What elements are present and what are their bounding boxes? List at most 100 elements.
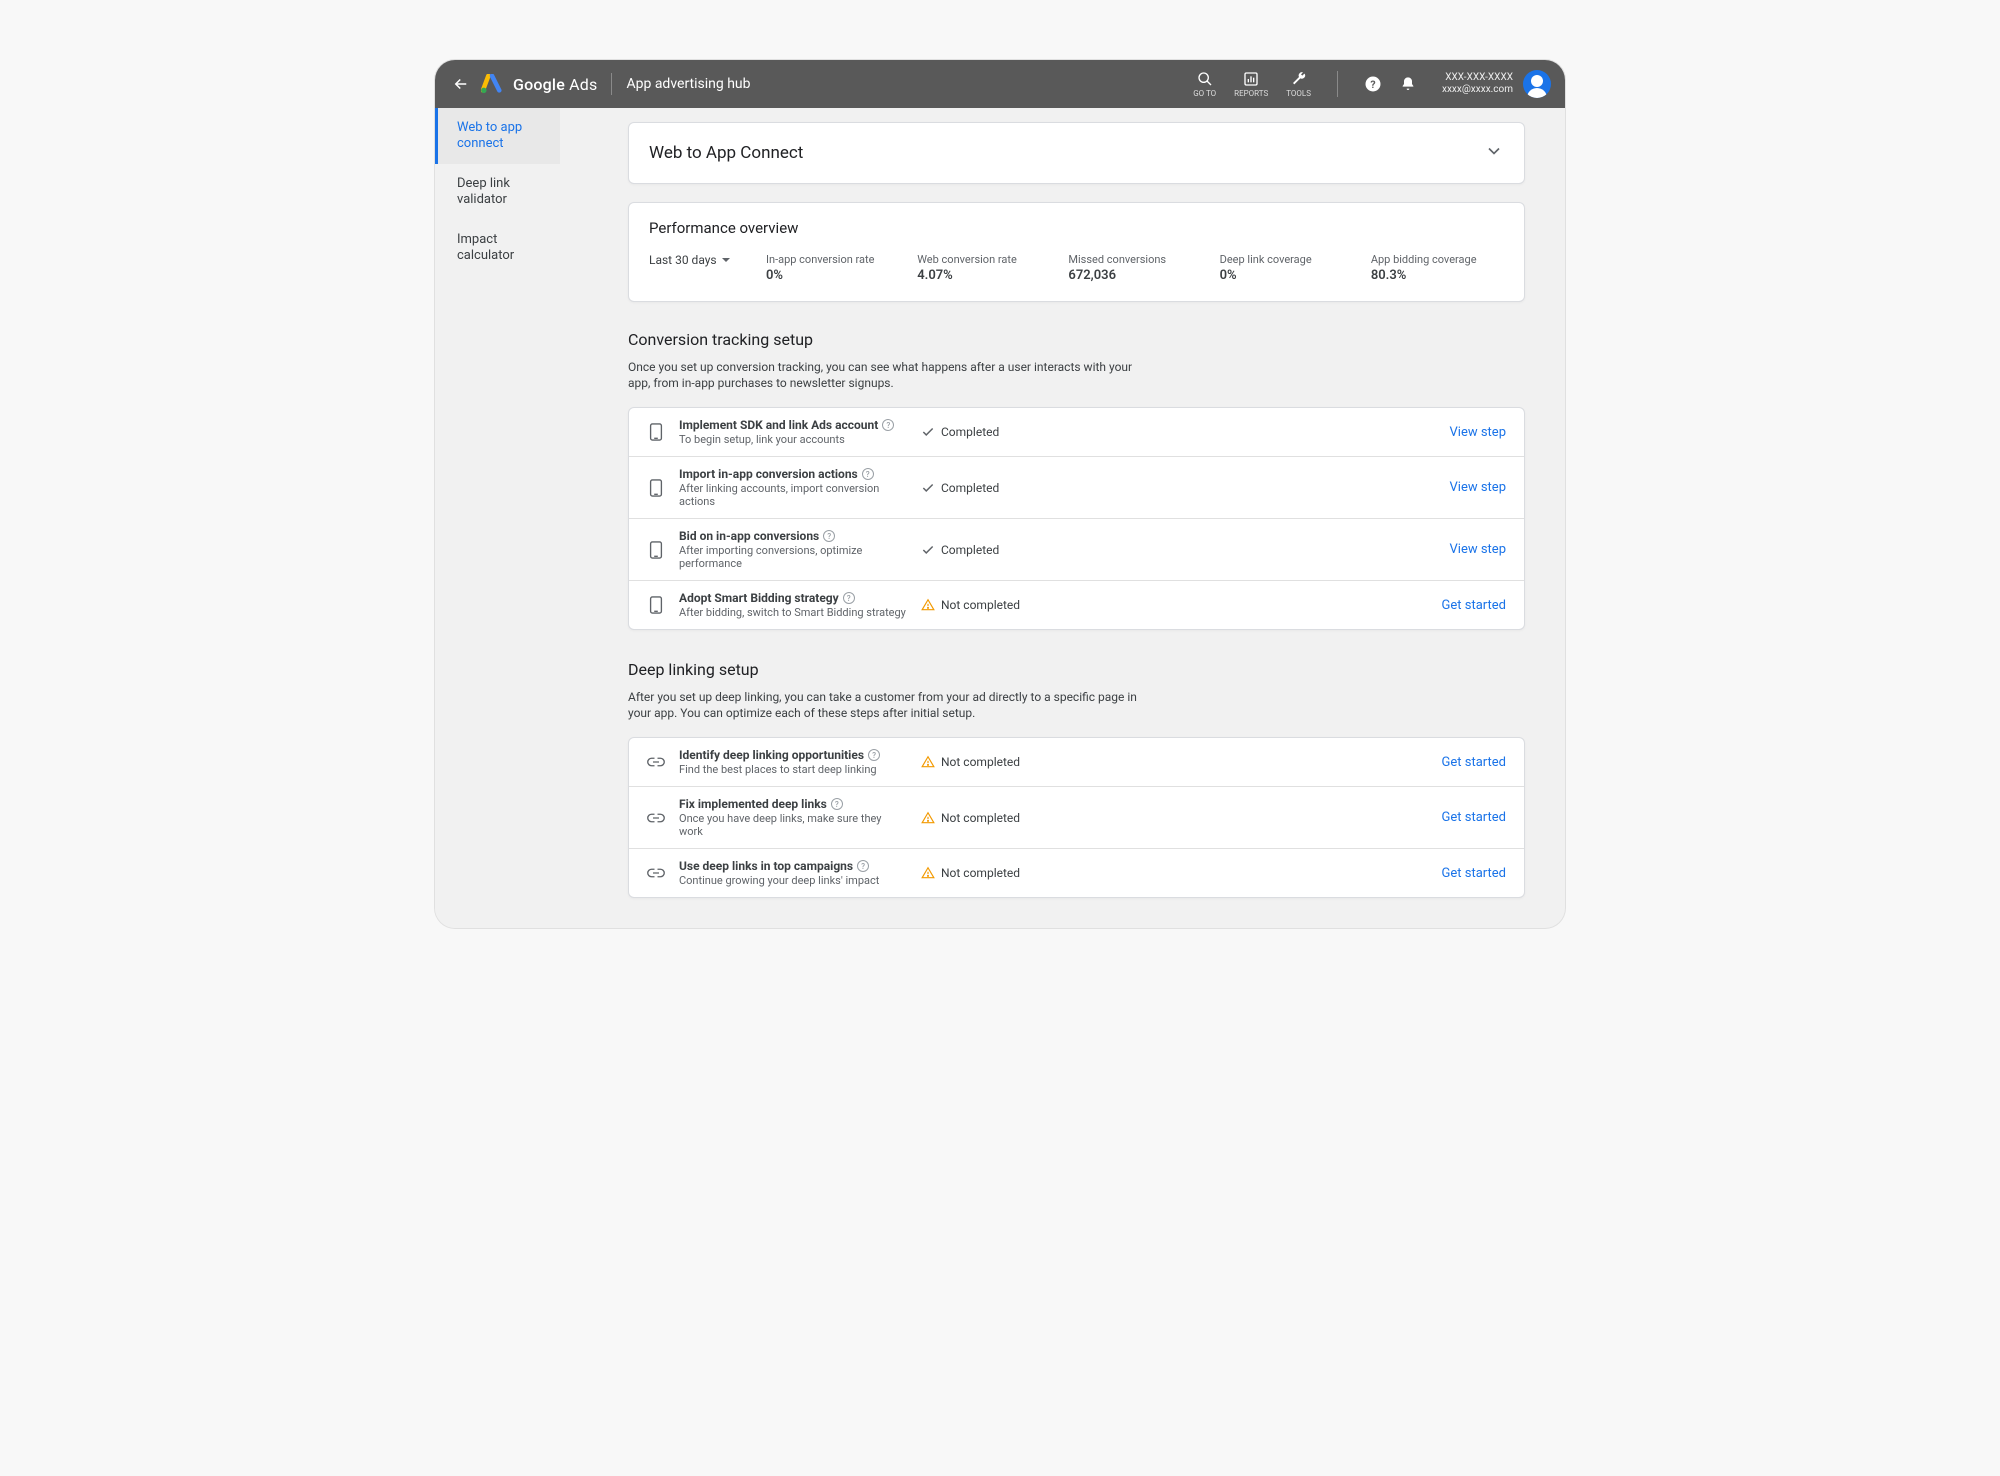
metric-value: 672,036 xyxy=(1068,268,1201,283)
expand-button[interactable] xyxy=(1484,141,1504,165)
step-type-icon xyxy=(647,812,665,824)
performance-card: Performance overview Last 30 days In-app… xyxy=(628,202,1525,302)
check-icon xyxy=(921,425,935,439)
step-type-icon xyxy=(647,479,665,497)
step-title: Bid on in-app conversions ? xyxy=(679,529,907,543)
help-button[interactable]: ? xyxy=(1364,76,1382,92)
main-content: Web to App Connect Performance overview … xyxy=(560,108,1565,928)
step-subtitle: Once you have deep links, make sure they… xyxy=(679,812,907,838)
caret-down-icon xyxy=(721,255,731,265)
info-icon[interactable]: ? xyxy=(857,860,869,872)
step-status: Not completed xyxy=(921,866,1428,880)
link-icon xyxy=(647,867,665,879)
hero-title: Web to App Connect xyxy=(649,143,803,163)
info-icon[interactable]: ? xyxy=(831,798,843,810)
metric-0: In-app conversion rate 0% xyxy=(766,253,899,283)
wrench-icon xyxy=(1291,71,1307,87)
back-button[interactable] xyxy=(449,75,473,93)
sidebar-item-0[interactable]: Web to app connect xyxy=(435,108,560,164)
step-subtitle: After bidding, switch to Smart Bidding s… xyxy=(679,606,907,619)
sidebar-item-2[interactable]: Impact calculator xyxy=(435,220,560,276)
warning-icon xyxy=(921,866,935,880)
goto-button[interactable]: GO TO xyxy=(1193,71,1216,98)
chevron-down-icon xyxy=(1484,141,1504,161)
ads-icon xyxy=(481,74,503,94)
google-ads-logo xyxy=(481,74,503,94)
arrow-left-icon xyxy=(452,75,470,93)
step-title: Implement SDK and link Ads account ? xyxy=(679,418,907,432)
step-action-link[interactable]: View step xyxy=(1450,480,1506,495)
step-row: Bid on in-app conversions ? After import… xyxy=(629,518,1524,580)
step-subtitle: After linking accounts, import conversio… xyxy=(679,482,907,508)
notifications-button[interactable] xyxy=(1400,76,1416,92)
bell-icon xyxy=(1400,76,1416,92)
step-action-link[interactable]: View step xyxy=(1450,542,1506,557)
section-0: Conversion tracking setup Once you set up… xyxy=(628,330,1525,630)
section-description: After you set up deep linking, you can t… xyxy=(628,689,1138,721)
metric-label: Deep link coverage xyxy=(1220,253,1353,266)
sidebar: Web to app connectDeep link validatorImp… xyxy=(435,108,560,928)
section-description: Once you set up conversion tracking, you… xyxy=(628,359,1138,391)
step-row: Implement SDK and link Ads account ? To … xyxy=(629,408,1524,456)
step-status: Not completed xyxy=(921,598,1428,612)
step-status: Completed xyxy=(921,481,1436,495)
avatar-icon xyxy=(1523,70,1551,98)
metric-4: App bidding coverage 80.3% xyxy=(1371,253,1504,283)
info-icon[interactable]: ? xyxy=(882,419,894,431)
performance-title: Performance overview xyxy=(649,219,1504,237)
section-title: Deep linking setup xyxy=(628,660,1525,679)
link-icon xyxy=(647,756,665,768)
brand-title: Google Ads xyxy=(513,75,597,94)
info-icon[interactable]: ? xyxy=(862,468,874,480)
step-type-icon xyxy=(647,541,665,559)
phone-icon xyxy=(649,596,663,614)
section-1: Deep linking setup After you set up deep … xyxy=(628,660,1525,898)
date-range-selector[interactable]: Last 30 days xyxy=(649,253,754,267)
section-title: Conversion tracking setup xyxy=(628,330,1525,349)
metric-label: In-app conversion rate xyxy=(766,253,899,266)
step-action-link[interactable]: Get started xyxy=(1442,598,1506,613)
step-action-link[interactable]: Get started xyxy=(1442,810,1506,825)
reports-button[interactable]: REPORTS xyxy=(1234,71,1268,98)
step-type-icon xyxy=(647,867,665,879)
help-icon: ? xyxy=(1364,75,1382,93)
tools-button[interactable]: TOOLS xyxy=(1286,71,1311,98)
hero-card[interactable]: Web to App Connect xyxy=(628,122,1525,184)
sidebar-item-1[interactable]: Deep link validator xyxy=(435,164,560,220)
step-title: Fix implemented deep links ? xyxy=(679,797,907,811)
info-icon[interactable]: ? xyxy=(823,530,835,542)
search-icon xyxy=(1197,71,1213,87)
page-subtitle: App advertising hub xyxy=(626,76,750,92)
warning-icon xyxy=(921,598,935,612)
info-icon[interactable]: ? xyxy=(843,592,855,604)
metric-value: 80.3% xyxy=(1371,268,1504,283)
phone-icon xyxy=(649,479,663,497)
step-row: Fix implemented deep links ? Once you ha… xyxy=(629,786,1524,848)
metric-1: Web conversion rate4.07% xyxy=(917,253,1050,283)
metric-label: App bidding coverage xyxy=(1371,253,1504,266)
divider xyxy=(611,73,612,95)
steps-list: Implement SDK and link Ads account ? To … xyxy=(628,407,1525,630)
step-action-link[interactable]: Get started xyxy=(1442,866,1506,881)
step-status: Not completed xyxy=(921,811,1428,825)
step-action-link[interactable]: Get started xyxy=(1442,755,1506,770)
metric-value: 0% xyxy=(766,268,899,283)
metric-2: Missed conversions672,036 xyxy=(1068,253,1201,283)
warning-icon xyxy=(921,811,935,825)
phone-icon xyxy=(649,541,663,559)
info-icon[interactable]: ? xyxy=(868,749,880,761)
top-bar: Google Ads App advertising hub GO TO REP… xyxy=(435,60,1565,108)
step-subtitle: Continue growing your deep links' impact xyxy=(679,874,907,887)
step-type-icon xyxy=(647,596,665,614)
metric-value: 4.07% xyxy=(917,268,1050,283)
top-actions: GO TO REPORTS TOOLS ? XXX-XXX-XXXX xxxx@… xyxy=(1193,70,1551,98)
step-subtitle: After importing conversions, optimize pe… xyxy=(679,544,907,570)
phone-icon xyxy=(649,423,663,441)
chart-icon xyxy=(1243,71,1259,87)
step-row: Import in-app conversion actions ? After… xyxy=(629,456,1524,518)
metrics-row: In-app conversion rate 0% Web conversion r… xyxy=(766,253,1504,283)
step-action-link[interactable]: View step xyxy=(1450,425,1506,440)
metric-value: 0% xyxy=(1220,268,1353,283)
step-title: Identify deep linking opportunities ? xyxy=(679,748,907,762)
account-menu[interactable]: XXX-XXX-XXXX xxxx@xxxx.com xyxy=(1442,70,1551,98)
